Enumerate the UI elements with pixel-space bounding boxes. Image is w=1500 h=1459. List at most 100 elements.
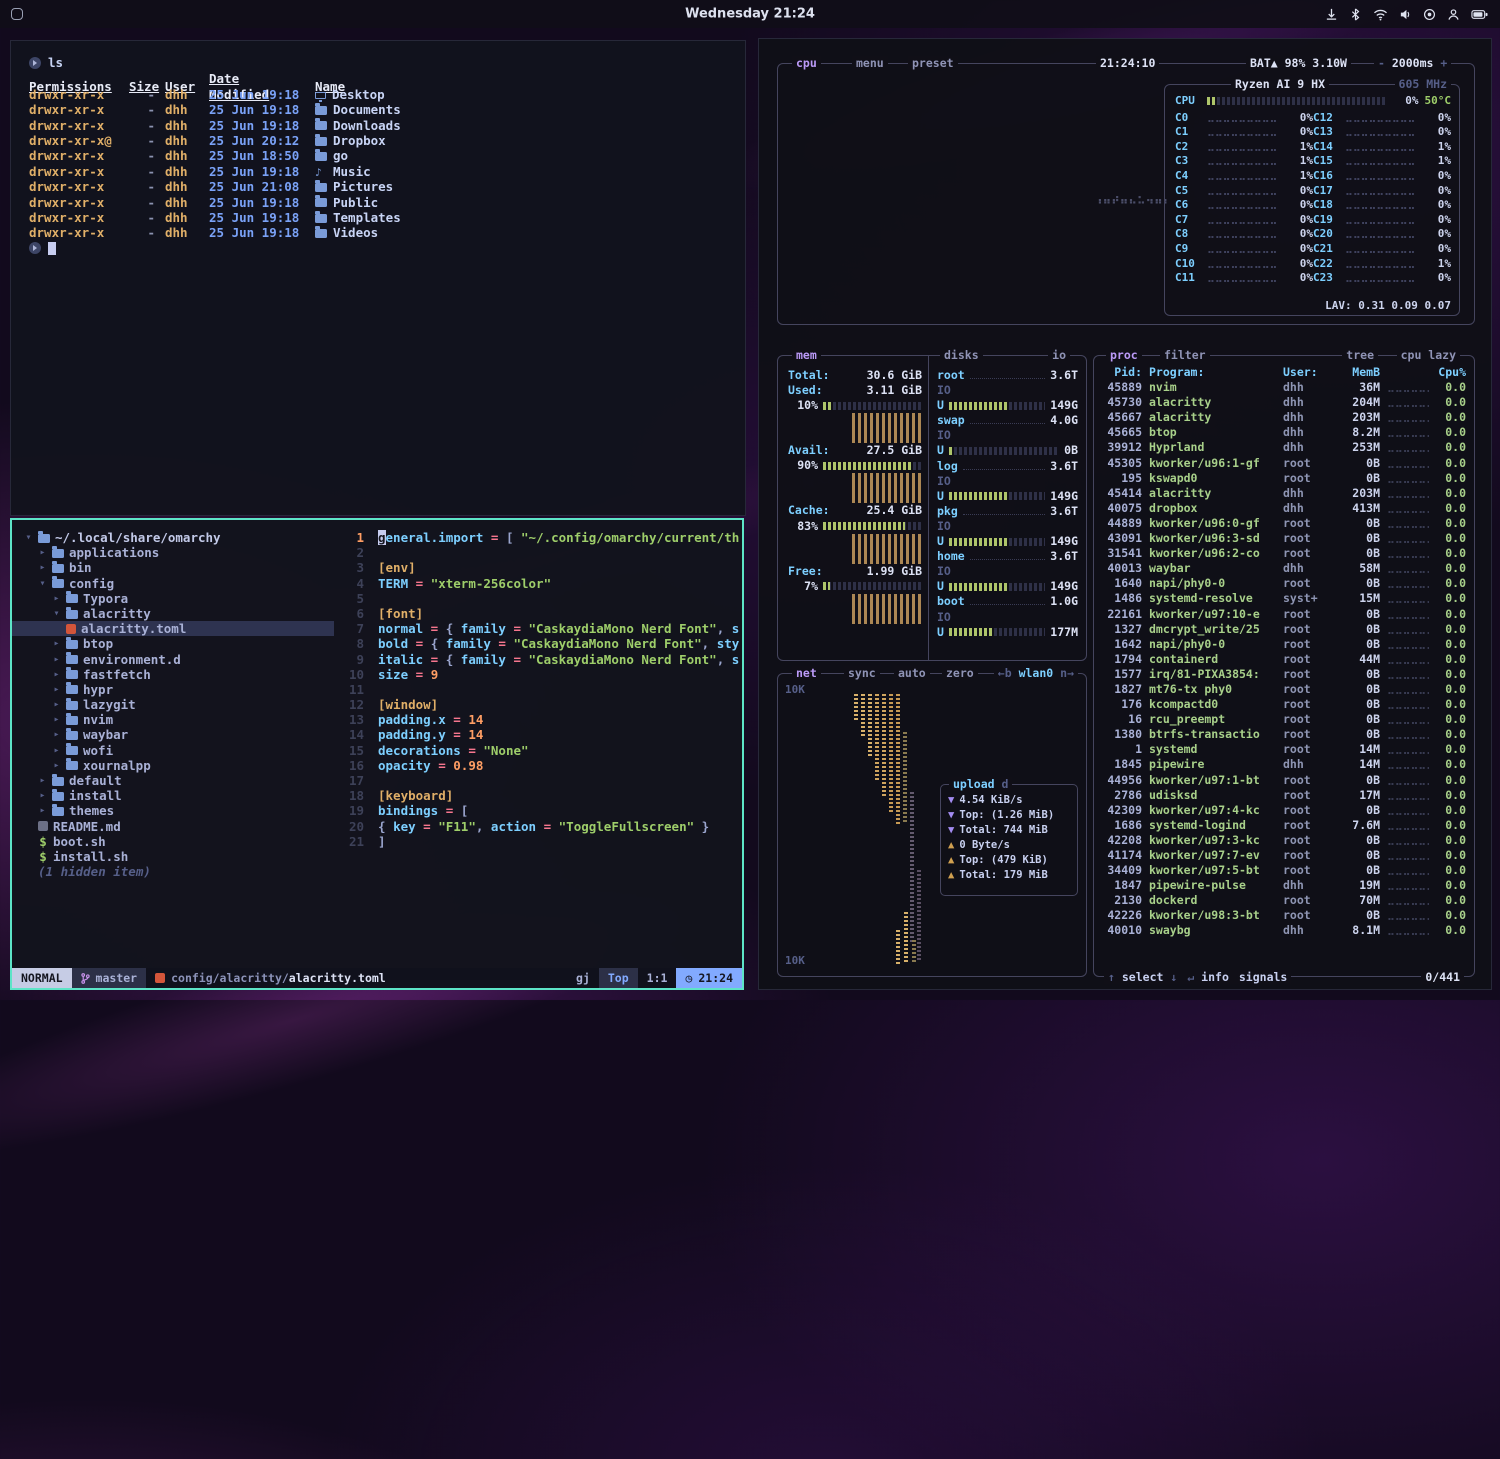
- core-label: C18: [1313, 198, 1339, 213]
- process-row[interactable]: 176kcompactd0root0B⣀⣀⣀⣀⣀⣀0.0: [1102, 697, 1466, 712]
- process-row[interactable]: 1827mt76-tx phy0root0B⣀⣀⣀⣀⣀⣀0.0: [1102, 682, 1466, 697]
- tree-item-environment-d[interactable]: ▸environment.d: [12, 652, 334, 667]
- process-row[interactable]: 45414alacrittydhh203M⣀⣀⣀⣀⣀⣀0.0: [1102, 486, 1466, 501]
- code-line: 14padding.y = 14: [334, 727, 742, 742]
- tree-item-btop[interactable]: ▸btop: [12, 636, 334, 651]
- net-stat-text: 4.54 KiB/s: [959, 793, 1022, 808]
- battery-icon[interactable]: [1471, 9, 1488, 20]
- process-row[interactable]: 42208kworker/u97:3-kcroot0B⣀⣀⣀⣀⣀⣀0.0: [1102, 833, 1466, 848]
- tree-item-install[interactable]: ▸install: [12, 788, 334, 803]
- file-name-text: Public: [333, 195, 378, 210]
- editor-window[interactable]: ▾~/.local/share/omarchy▸applications▸bin…: [10, 518, 744, 990]
- shell-prompt-empty[interactable]: [29, 242, 745, 255]
- iface-prev[interactable]: ←b: [998, 666, 1012, 680]
- process-row[interactable]: 45665btopdhh8.2M⣀⣀⣀⣀⣀⣀0.0: [1102, 425, 1466, 440]
- process-row[interactable]: 31541kworker/u96:2-coroot0B⣀⣀⣀⣀⣀⣀0.0: [1102, 546, 1466, 561]
- proc-col-mem[interactable]: MemB: [1336, 365, 1380, 380]
- terminal-window[interactable]: ls PermissionsSizeUserDate ModifiedName …: [10, 40, 746, 516]
- interval-minus[interactable]: -: [1378, 56, 1385, 70]
- process-row[interactable]: 22161kworker/u97:10-eroot0B⣀⣀⣀⣀⣀⣀0.0: [1102, 607, 1466, 622]
- user-icon[interactable]: [1447, 8, 1460, 21]
- proc-sort[interactable]: cpu lazy: [1397, 348, 1460, 362]
- process-row[interactable]: 45889nvimdhh36M⣀⣀⣀⣀⣀⣀0.0: [1102, 380, 1466, 395]
- process-row[interactable]: 16rcu_preemptroot0B⣀⣀⣀⣀⣀⣀0.0: [1102, 712, 1466, 727]
- tree-item-bin[interactable]: ▸bin: [12, 560, 334, 575]
- tree-item-themes[interactable]: ▸themes: [12, 803, 334, 818]
- tree-item-typora[interactable]: ▸Typora: [12, 591, 334, 606]
- tree-item--local-share-omarchy[interactable]: ▾~/.local/share/omarchy: [12, 530, 334, 545]
- wifi-icon[interactable]: [1373, 8, 1388, 21]
- process-row[interactable]: 40010swaybgdhh8.1M⣀⣀⣀⣀⣀⣀0.0: [1102, 923, 1466, 938]
- interval-plus[interactable]: +: [1440, 56, 1447, 70]
- tree-item-waybar[interactable]: ▸waybar: [12, 727, 334, 742]
- process-row[interactable]: 42226kworker/u98:3-btroot0B⣀⣀⣀⣀⣀⣀0.0: [1102, 908, 1466, 923]
- tree-item-nvim[interactable]: ▸nvim: [12, 712, 334, 727]
- process-row[interactable]: 1686systemd-logindroot7.6M⣀⣀⣀⣀⣀⣀0.0: [1102, 818, 1466, 833]
- tree-item-config[interactable]: ▾config: [12, 576, 334, 591]
- download-icon[interactable]: [1325, 8, 1338, 21]
- proc-tree-toggle[interactable]: tree: [1342, 348, 1378, 362]
- tree-item-hypr[interactable]: ▸hypr: [12, 682, 334, 697]
- proc-col-pid[interactable]: Pid:: [1102, 365, 1142, 380]
- process-row[interactable]: 39912Hyprlanddhh253M⣀⣀⣀⣀⣀⣀0.0: [1102, 440, 1466, 455]
- process-row[interactable]: 44956kworker/u97:1-btroot0B⣀⣀⣀⣀⣀⣀0.0: [1102, 773, 1466, 788]
- iface-next[interactable]: n→: [1060, 666, 1074, 680]
- process-row[interactable]: 42309kworker/u97:4-kcroot0B⣀⣀⣀⣀⣀⣀0.0: [1102, 803, 1466, 818]
- process-row[interactable]: 1327dmcrypt_write/25root0B⣀⣀⣀⣀⣀⣀0.0: [1102, 622, 1466, 637]
- process-row[interactable]: 45667alacrittydhh203M⣀⣀⣀⣀⣀⣀0.0: [1102, 410, 1466, 425]
- proc-filter[interactable]: filter: [1160, 348, 1210, 362]
- process-row[interactable]: 40075dropboxdhh413M⣀⣀⣀⣀⣀⣀0.0: [1102, 501, 1466, 516]
- tree-item-default[interactable]: ▸default: [12, 773, 334, 788]
- process-row[interactable]: 1640napi/phy0-0root0B⣀⣀⣀⣀⣀⣀0.0: [1102, 576, 1466, 591]
- tree-item-alacritty[interactable]: ▾alacritty: [12, 606, 334, 621]
- record-icon[interactable]: [1423, 8, 1436, 21]
- net-zero-option[interactable]: zero: [942, 666, 978, 680]
- process-row[interactable]: 1577irq/81-PIXA3854:root0B⣀⣀⣀⣀⣀⣀0.0: [1102, 667, 1466, 682]
- process-row[interactable]: 45305kworker/u96:1-gfroot0B⣀⣀⣀⣀⣀⣀0.0: [1102, 456, 1466, 471]
- process-row[interactable]: 41174kworker/u97:7-evroot0B⣀⣀⣀⣀⣀⣀0.0: [1102, 848, 1466, 863]
- tree-item-install-sh[interactable]: $install.sh: [12, 849, 334, 864]
- process-user: dhh: [1283, 878, 1329, 893]
- process-row[interactable]: 40013waybardhh58M⣀⣀⣀⣀⣀⣀0.0: [1102, 561, 1466, 576]
- proc-col-user[interactable]: User:: [1283, 365, 1329, 380]
- process-row[interactable]: 1systemdroot14M⣀⣀⣀⣀⣀⣀0.0: [1102, 742, 1466, 757]
- tree-item-lazygit[interactable]: ▸lazygit: [12, 697, 334, 712]
- code-editor[interactable]: 1general.import = [ "~/.config/omarchy/c…: [334, 520, 742, 968]
- bluetooth-icon[interactable]: [1349, 8, 1362, 21]
- tree-item-applications[interactable]: ▸applications: [12, 545, 334, 560]
- folder-icon: [315, 229, 327, 238]
- volume-icon[interactable]: [1399, 8, 1412, 21]
- btop-window[interactable]: cpu menu preset 21:24:10 BAT▲ 98% 3.10W …: [758, 38, 1492, 990]
- process-row[interactable]: 2130dockerdroot70M⣀⣀⣀⣀⣀⣀0.0: [1102, 893, 1466, 908]
- process-row[interactable]: 1794containerdroot44M⣀⣀⣀⣀⣀⣀0.0: [1102, 652, 1466, 667]
- proc-select[interactable]: select: [1122, 970, 1164, 984]
- tree-item-xournalpp[interactable]: ▸xournalpp: [12, 758, 334, 773]
- tree-item-fastfetch[interactable]: ▸fastfetch: [12, 667, 334, 682]
- process-row[interactable]: 1380btrfs-transactioroot0B⣀⣀⣀⣀⣀⣀0.0: [1102, 727, 1466, 742]
- tree-item-alacritty-toml[interactable]: alacritty.toml: [12, 621, 334, 636]
- net-auto-option[interactable]: auto: [894, 666, 930, 680]
- process-row[interactable]: 45730alacrittydhh204M⣀⣀⣀⣀⣀⣀0.0: [1102, 395, 1466, 410]
- process-row[interactable]: 195kswapd0root0B⣀⣀⣀⣀⣀⣀0.0: [1102, 471, 1466, 486]
- proc-signals[interactable]: signals: [1239, 970, 1287, 984]
- process-row[interactable]: 2786udisksdroot17M⣀⣀⣀⣀⣀⣀0.0: [1102, 788, 1466, 803]
- proc-info[interactable]: info: [1201, 970, 1229, 984]
- process-row[interactable]: 1845pipewiredhh14M⣀⣀⣀⣀⣀⣀0.0: [1102, 757, 1466, 772]
- process-row[interactable]: 44889kworker/u96:0-gfroot0B⣀⣀⣀⣀⣀⣀0.0: [1102, 516, 1466, 531]
- tree-item-wofi[interactable]: ▸wofi: [12, 743, 334, 758]
- process-row[interactable]: 1486systemd-resolvesyst+15M⣀⣀⣀⣀⣀⣀0.0: [1102, 591, 1466, 606]
- proc-col-cpu[interactable]: Cpu%: [1436, 365, 1466, 380]
- process-row[interactable]: 1847pipewire-pulsedhh19M⣀⣀⣀⣀⣀⣀0.0: [1102, 878, 1466, 893]
- line-number: 17: [334, 773, 364, 788]
- launcher-icon[interactable]: [11, 8, 23, 20]
- process-row[interactable]: 34409kworker/u97:5-btroot0B⣀⣀⣀⣀⣀⣀0.0: [1102, 863, 1466, 878]
- process-row[interactable]: 1642napi/phy0-0root0B⣀⣀⣀⣀⣀⣀0.0: [1102, 637, 1466, 652]
- menu-button[interactable]: menu: [852, 56, 888, 70]
- net-sync-option[interactable]: sync: [844, 666, 880, 680]
- proc-col-program[interactable]: Program:: [1149, 365, 1276, 380]
- tree-item-boot-sh[interactable]: $boot.sh: [12, 834, 334, 849]
- preset-button[interactable]: preset: [908, 56, 958, 70]
- process-name: napi/phy0-0: [1149, 637, 1276, 652]
- tree-item-readme-md[interactable]: README.md: [12, 819, 334, 834]
- process-row[interactable]: 43091kworker/u96:3-sdroot0B⣀⣀⣀⣀⣀⣀0.0: [1102, 531, 1466, 546]
